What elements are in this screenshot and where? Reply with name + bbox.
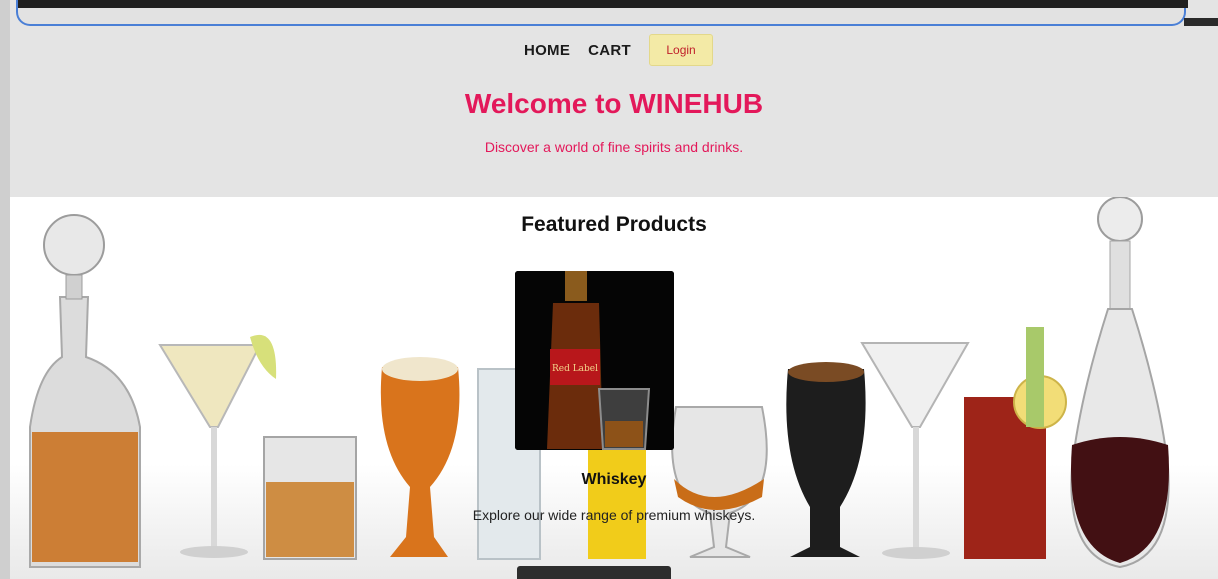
browser-top-bar [10,0,1218,28]
yellow-beer-illustration [588,447,646,559]
product-description: Explore our wide range of premium whiske… [472,507,756,523]
featured-products-title: Featured Products [521,213,707,236]
main-nav: HOME CART Login [10,34,1218,66]
martini-glass-2-illustration [860,342,970,559]
product-name: Whiskey [581,471,647,488]
nav-home-link[interactable]: HOME [515,42,579,59]
product-card-whiskey[interactable]: Red Label [515,271,674,450]
page-title: Welcome to WINEHUB [464,88,764,119]
site-header: HOME CART Login Welcome to WINEHUB Disco… [10,26,1218,197]
rocks-glass-illustration [263,436,357,560]
address-bar-edge [18,0,1188,8]
page-subtitle: Discover a world of fine spirits and dri… [484,139,744,155]
stout-glass-illustration [786,362,866,557]
martini-glass-illustration [158,334,277,558]
address-bar[interactable] [16,0,1188,26]
bottle-label-text: Red Label [552,364,598,374]
whiskey-bottle-image: Red Label [515,271,674,450]
featured-products-section: Featured Products Red Label Whiskey Expl… [10,197,1218,579]
login-button[interactable]: Login [649,34,714,66]
beer-glass-illustration [380,357,460,557]
browser-window: HOME CART Login Welcome to WINEHUB Disco… [0,0,1218,579]
nav-cart-link[interactable]: CART [579,42,640,59]
next-product-card[interactable] [517,566,671,579]
bloody-mary-illustration [964,327,1067,559]
